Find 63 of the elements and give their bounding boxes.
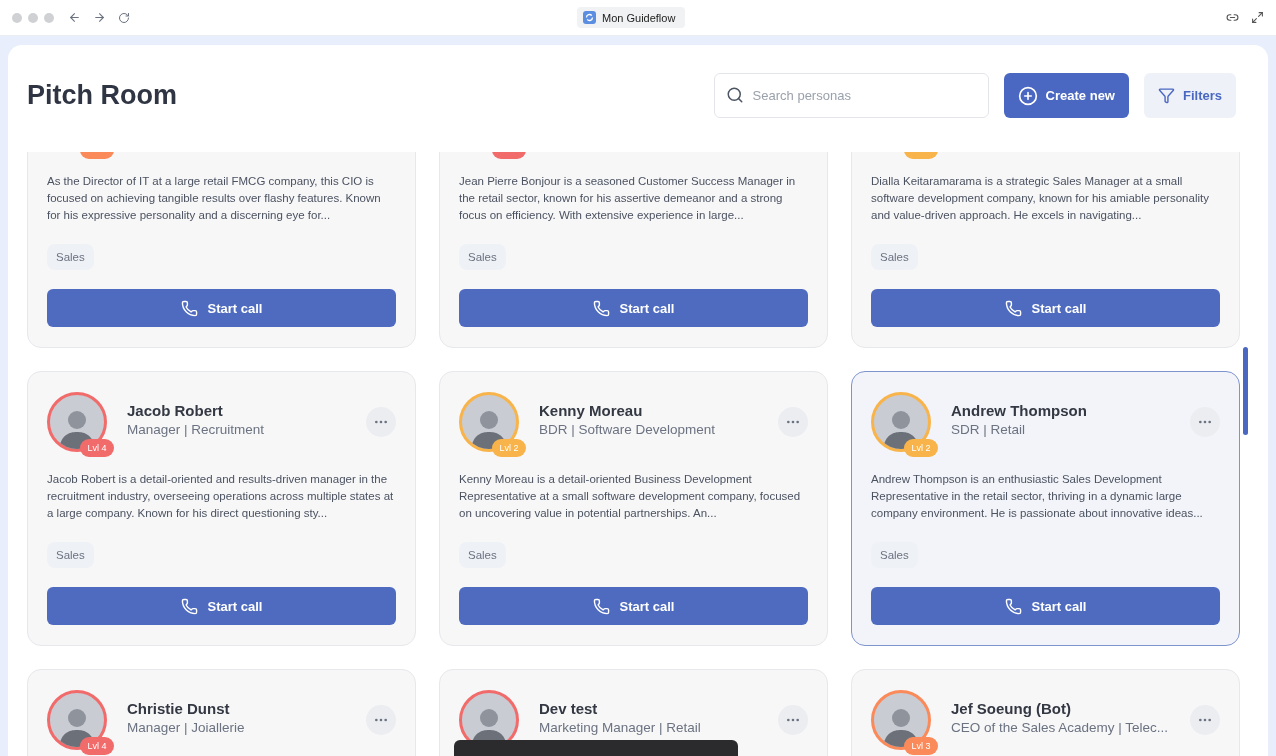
persona-name: Kenny Moreau <box>539 402 644 419</box>
level-badge: Lvl 2 <box>492 439 526 457</box>
phone-icon <box>592 299 610 317</box>
expand-icon[interactable] <box>1251 11 1264 24</box>
window-dot[interactable] <box>28 12 38 23</box>
persona-tag: Sales <box>47 542 94 568</box>
start-call-button[interactable]: Start call <box>459 289 808 327</box>
level-badge: Lvl 4 <box>80 737 114 755</box>
persona-role: SDR | Retail <box>951 422 1027 437</box>
persona-description: Jean Pierre Bonjour is a seasoned Customer Success Manager in the retail sector, known for his assertive demeanor and a strong focus on efficiency. With extensive experience in large... <box>459 174 797 223</box>
start-call-button[interactable]: Start call <box>47 587 396 625</box>
persona-tag: Sales <box>871 542 918 568</box>
search-field[interactable]: Search personas <box>713 73 989 118</box>
persona-role: Marketing Manager | Retail <box>539 720 701 735</box>
reload-icon[interactable] <box>118 11 130 24</box>
start-call-button[interactable]: Start call <box>871 289 1220 327</box>
persona-card[interactable]: Dialla Keitaramarama is a strategic Sales Manager at a small software development company, known for his amiable personality and value-driven approach. He excels in navigating... Sales Start call <box>851 152 1240 348</box>
link-icon[interactable] <box>1226 11 1239 24</box>
persona-tag: Sales <box>47 244 94 270</box>
funnel-icon <box>1158 87 1175 104</box>
persona-card[interactable] <box>851 371 1240 646</box>
persona-name: Jef Soeung (Bot) <box>951 700 1072 717</box>
phone-icon <box>180 299 198 317</box>
create-button[interactable]: Create new <box>1003 73 1129 118</box>
persona-card[interactable]: Lvl 3 Jef Soeung (Bot) CEO of the Sales Academy | Telec... <box>851 669 1240 756</box>
window-dot[interactable] <box>44 12 54 23</box>
scrollbar-thumb[interactable] <box>1243 347 1248 435</box>
persona-tag: Sales <box>459 542 506 568</box>
persona-card[interactable]: Lvl 4 Christie Dunst Manager | Joiallerie <box>27 669 416 756</box>
browser-tab[interactable]: Mon Guideflow <box>577 7 686 28</box>
forward-icon[interactable] <box>93 11 106 24</box>
search-icon <box>725 86 744 104</box>
persona-name: Jacob Robert <box>127 402 224 419</box>
phone-icon <box>592 597 610 615</box>
phone-icon <box>1004 597 1022 615</box>
page-title: Pitch Room <box>27 80 177 111</box>
level-badge: Lvl 2 <box>904 439 938 457</box>
persona-tag: Sales <box>459 244 506 270</box>
persona-role: Manager | Recruitment <box>127 422 265 437</box>
persona-role: CEO of the Sales Academy | Telec... <box>951 720 1169 735</box>
app-logo-icon <box>583 11 596 24</box>
persona-description: Dialla Keitaramarama is a strategic Sales Manager at a small software development company, known for his amiable personality and value-driven approach. He excels in navigating... <box>871 174 1210 223</box>
filter-button[interactable]: Filters <box>1144 73 1236 118</box>
level-badge: Lvl 3 <box>904 737 938 755</box>
phone-icon <box>180 597 198 615</box>
persona-name: Christie Dunst <box>127 700 231 717</box>
window-dot[interactable] <box>12 12 22 23</box>
persona-description: Andrew Thompson is an enthusiastic Sales Development Representative in the retail sector, thriving in a dynamic large company environment. He is passionate about innovative ideas... <box>871 472 1204 521</box>
level-badge: Lvl 4 <box>80 439 114 457</box>
start-call-button[interactable]: Start call <box>871 587 1220 625</box>
persona-role: Manager | Joiallerie <box>127 720 245 735</box>
phone-icon <box>1004 299 1022 317</box>
persona-description: Jacob Robert is a detail-oriented and results-driven manager in the recruitment industry, overseeing operations across multiple states at a large company. Known for his direct questioning sty... <box>47 472 395 521</box>
persona-role: BDR | Software Development <box>539 422 716 437</box>
persona-description: Kenny Moreau is a detail-oriented Business Development Representative at a small software development company, focused on uncovering value in potential partnerships. An... <box>459 472 802 521</box>
start-call-button[interactable]: Start call <box>47 289 396 327</box>
persona-name: Dev test <box>539 700 599 717</box>
back-icon[interactable] <box>68 11 81 24</box>
persona-name: Andrew Thompson <box>951 402 1087 419</box>
start-call-button[interactable]: Start call <box>459 587 808 625</box>
persona-tag: Sales <box>871 244 918 270</box>
persona-description: As the Director of IT at a large retail FMCG company, this CIO is focused on achieving tangible results over flashy features. Known for his expressive personality and a discerning eye for... <box>47 174 382 223</box>
plus-circle-icon <box>1017 85 1038 106</box>
